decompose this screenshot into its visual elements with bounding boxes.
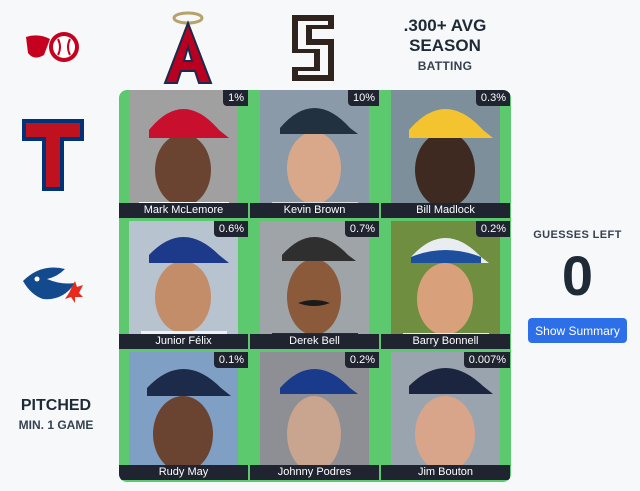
row-criterion: PITCHED MIN. 1 GAME: [4, 396, 108, 432]
grid-cell[interactable]: 0.7% Derek Bell: [250, 221, 379, 349]
player-photo: [391, 221, 500, 349]
player-photo: [129, 221, 238, 349]
player-photo: [260, 90, 369, 218]
angels-logo: [133, 8, 243, 88]
player-photo: [391, 352, 500, 480]
grid-cell[interactable]: 0.2% Johnny Podres: [250, 352, 379, 480]
player-name: Rudy May: [119, 465, 248, 480]
rarity-percent: 0.2%: [344, 352, 379, 368]
rarity-percent: 0.6%: [213, 221, 248, 237]
column-criterion: .300+ AVG SEASON BATTING: [380, 16, 510, 73]
immaculate-grid: 1% Mark McLemore 10% Kevin Brown 0.3% Bi…: [119, 90, 511, 482]
rarity-percent: 0.7%: [344, 221, 379, 237]
rarity-percent: 10%: [347, 90, 379, 106]
player-name: Junior Félix: [119, 334, 248, 349]
player-photo: [391, 90, 500, 218]
player-photo: [260, 221, 369, 349]
grid-cell[interactable]: 1% Mark McLemore: [119, 90, 248, 218]
grid-cell[interactable]: 0.1% Rudy May: [119, 352, 248, 480]
rangers-logo: [10, 110, 95, 200]
grid-cell[interactable]: 0.007% Jim Bouton: [381, 352, 510, 480]
guesses-left-count: 0: [561, 244, 594, 307]
rarity-percent: 1%: [223, 90, 248, 106]
player-name: Derek Bell: [250, 334, 379, 349]
rarity-percent: 0.007%: [463, 352, 510, 368]
grid-cell[interactable]: 10% Kevin Brown: [250, 90, 379, 218]
player-name: Kevin Brown: [250, 203, 379, 218]
grid-cell[interactable]: 0.6% Junior Félix: [119, 221, 248, 349]
criterion-title-line1: .300+ AVG: [403, 16, 487, 35]
player-name: Jim Bouton: [381, 465, 510, 480]
show-summary-button[interactable]: Show Summary: [528, 318, 627, 343]
rarity-percent: 0.3%: [475, 90, 510, 106]
player-name: Bill Madlock: [381, 203, 510, 218]
padres-logo: [258, 8, 368, 88]
rarity-percent: 0.2%: [475, 221, 510, 237]
player-photo: [260, 352, 369, 480]
grid-cell[interactable]: 0.2% Barry Bonnell: [381, 221, 510, 349]
blue-jays-logo: [10, 240, 95, 330]
player-photo: [129, 352, 238, 480]
player-name: Johnny Podres: [250, 465, 379, 480]
criterion-title-line2: SEASON: [409, 36, 481, 55]
reds-logo: [10, 2, 95, 92]
grid-cell[interactable]: 0.3% Bill Madlock: [381, 90, 510, 218]
criterion-subtitle: BATTING: [417, 59, 473, 73]
player-name: Mark McLemore: [119, 203, 248, 218]
row-criterion-subtitle: MIN. 1 GAME: [18, 418, 94, 432]
rarity-percent: 0.1%: [213, 352, 248, 368]
row-criterion-title: PITCHED: [20, 397, 92, 414]
player-photo: [129, 90, 238, 218]
player-name: Barry Bonnell: [381, 334, 510, 349]
guesses-left-label: GUESSES LEFT: [533, 229, 622, 241]
